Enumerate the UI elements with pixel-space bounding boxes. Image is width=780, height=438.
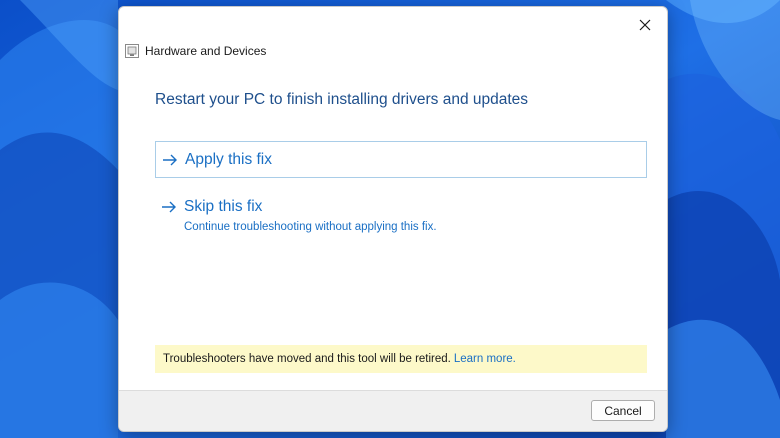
skip-fix-label: Skip this fix — [184, 198, 263, 215]
dialog-footer: Cancel — [119, 390, 667, 431]
page-heading: Restart your PC to finish installing dri… — [155, 91, 529, 108]
close-button[interactable] — [633, 13, 657, 37]
close-icon — [639, 19, 651, 31]
cancel-button[interactable]: Cancel — [591, 400, 655, 421]
apply-fix-label: Apply this fix — [185, 151, 273, 168]
skip-fix-description: Continue troubleshooting without applyin… — [184, 221, 437, 233]
troubleshooter-dialog: Hardware and Devices Restart your PC to … — [118, 6, 668, 432]
retirement-notice-text: Troubleshooters have moved and this tool… — [163, 353, 451, 365]
arrow-right-icon — [163, 154, 177, 166]
retirement-notice: Troubleshooters have moved and this tool… — [155, 345, 647, 373]
window-title: Hardware and Devices — [145, 44, 267, 58]
window-title-bar: Hardware and Devices — [125, 42, 266, 60]
troubleshooter-icon — [125, 44, 139, 58]
arrow-right-icon — [162, 201, 176, 213]
skip-fix-option[interactable]: Skip this fix Continue troubleshooting w… — [155, 189, 647, 239]
learn-more-link[interactable]: Learn more. — [454, 353, 516, 365]
apply-fix-option[interactable]: Apply this fix — [155, 141, 647, 178]
